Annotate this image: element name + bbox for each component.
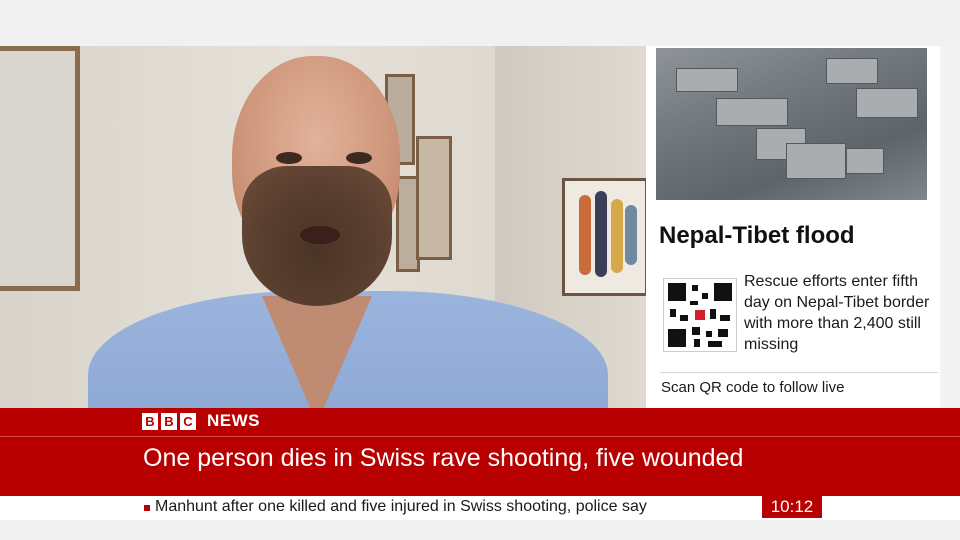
news-label: NEWS <box>207 411 260 430</box>
bbc-logo-letter: B <box>161 413 177 430</box>
headline-text: One person dies in Swiss rave shooting, … <box>143 444 744 472</box>
panel-divider <box>660 372 938 373</box>
banner-divider <box>0 436 960 437</box>
bottom-strip <box>0 520 960 540</box>
wall-artwork <box>562 178 646 296</box>
live-video-feed <box>0 46 646 408</box>
panel-description: Rescue efforts enter fifth day on Nepal-… <box>744 273 930 353</box>
bbc-logo-letter: C <box>180 413 196 430</box>
scan-qr-label: Scan QR code to follow live <box>661 379 845 396</box>
ticker-bullet-icon <box>144 505 150 511</box>
bbc-logo: B B C <box>142 413 196 430</box>
presenter-eye <box>346 152 372 164</box>
presenter-eye <box>276 152 302 164</box>
panel-title: Nepal-Tibet flood <box>659 222 855 249</box>
clock: 10:12 <box>762 496 822 518</box>
qr-code[interactable] <box>663 278 737 352</box>
flood-aerial-photo <box>656 48 927 200</box>
presenter-mouth <box>300 226 340 244</box>
ticker-text: Manhunt after one killed and five injure… <box>155 498 647 515</box>
qr-center-mark <box>695 310 705 320</box>
wall-frame <box>416 136 452 260</box>
top-strip <box>0 0 960 46</box>
bbc-logo-letter: B <box>142 413 158 430</box>
wall-frame <box>0 46 80 291</box>
